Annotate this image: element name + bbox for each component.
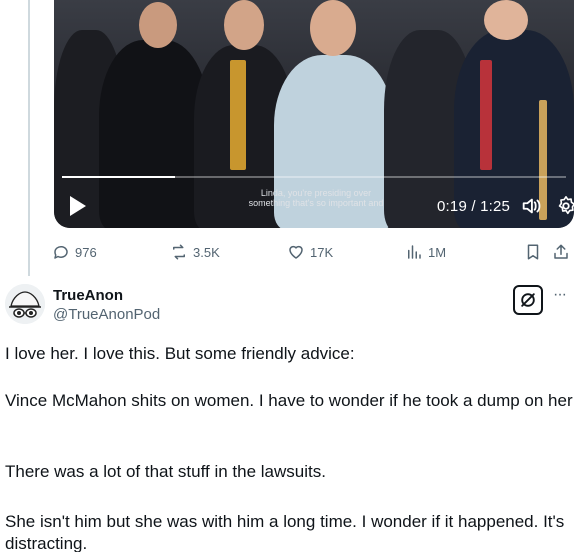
like-button[interactable]: 17K [287,240,333,264]
video-caption-line: Linda, you're presiding over [260,188,372,198]
reply-count: 976 [75,244,97,260]
grok-button[interactable] [513,285,543,315]
like-count: 17K [310,244,334,260]
tweet-paragraph: Vince McMahon shits on women. I have to … [5,391,573,410]
reply-button[interactable]: 976 [52,240,97,264]
heart-icon [289,245,303,259]
avatar[interactable] [5,284,45,324]
author-name[interactable]: TrueAnon [53,287,123,304]
views-button[interactable]: 1M [405,240,446,264]
views-chart-icon [408,245,421,259]
settings-gear-icon[interactable] [555,195,574,217]
reply-bubble-icon [54,245,68,259]
video-time: 0:19 / 1:25 [437,198,511,215]
video-player[interactable]: Linda, you're presiding over something t… [54,0,574,228]
avatar-illustration-icon [5,284,45,324]
video-caption: Linda, you're presiding over something t… [246,188,386,208]
author-handle[interactable]: @TrueAnonPod [53,306,160,323]
play-icon[interactable] [68,195,88,217]
volume-icon[interactable] [520,195,542,217]
bookmark-icon[interactable] [524,243,542,261]
thread-connector-line [28,0,30,276]
repost-icon [173,244,185,260]
tweet-paragraph: There was a lot of that stuff in the law… [5,462,326,481]
tweet-paragraph: I love her. I love this. But some friend… [5,344,355,363]
video-caption-line: something that's so important and [248,198,384,208]
video-progress-fill [62,176,175,178]
tweet-action-bar: 976 3.5K 17K 1M [52,240,576,264]
tweet-paragraph: She isn't him but she was with him a lon… [5,512,565,552]
repost-count: 3.5K [193,244,220,260]
share-icon[interactable] [552,243,570,261]
repost-button[interactable]: 3.5K [170,240,220,264]
view-count: 1M [428,244,447,260]
grok-icon [521,293,535,307]
video-progress-bar[interactable] [62,176,566,178]
more-options-button[interactable]: ··· [553,287,573,306]
